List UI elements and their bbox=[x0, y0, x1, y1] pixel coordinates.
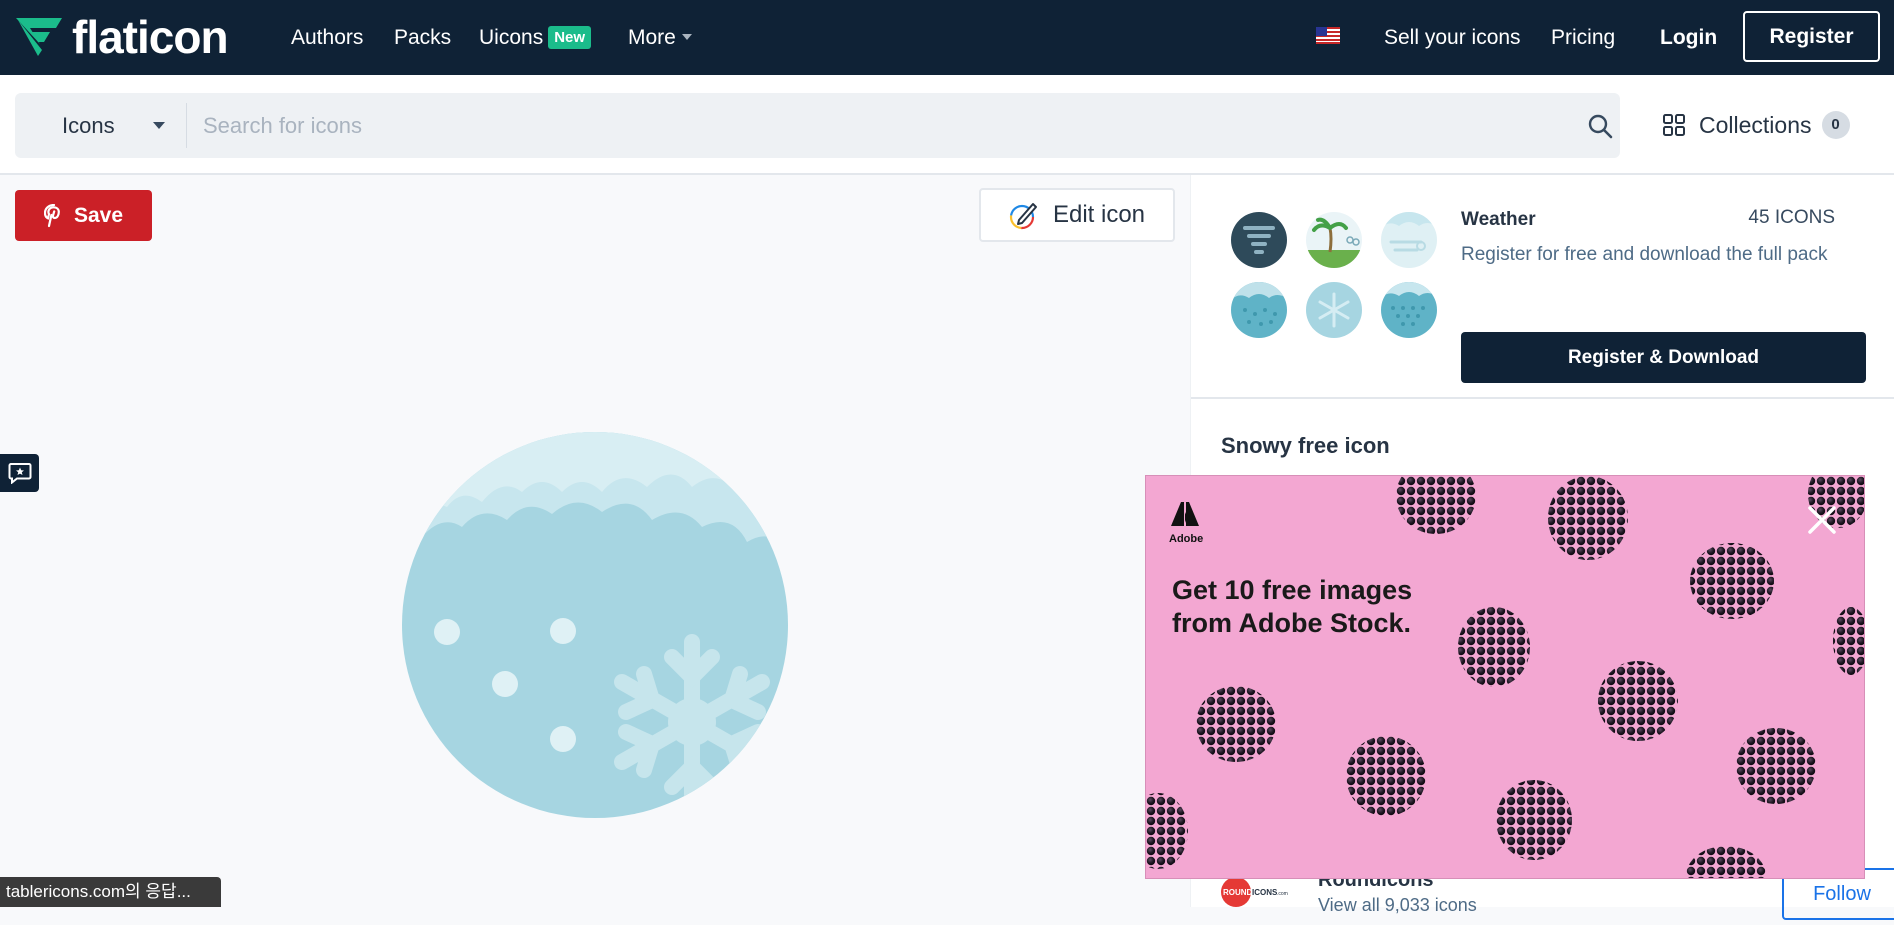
adobe-icon bbox=[1171, 502, 1199, 526]
caret-down-icon bbox=[681, 34, 692, 40]
category-select-label: Icons bbox=[62, 112, 115, 138]
adobe-stock-ad[interactable]: Adobe Get 10 free images from Adobe Stoc… bbox=[1145, 475, 1865, 879]
nav-pricing[interactable]: Pricing bbox=[1551, 26, 1615, 50]
search-divider bbox=[186, 103, 187, 148]
register-button[interactable]: Register bbox=[1743, 11, 1880, 62]
nav-sell-icons[interactable]: Sell your icons bbox=[1384, 26, 1521, 50]
caret-down-icon bbox=[152, 122, 165, 129]
icon-title: Snowy free icon bbox=[1221, 433, 1390, 458]
search-box: Icons bbox=[15, 93, 1620, 158]
nav-uicons-label: Uicons bbox=[479, 26, 544, 49]
adobe-logo: Adobe bbox=[1169, 502, 1203, 545]
nav-uicons[interactable]: Uicons New bbox=[479, 26, 592, 50]
login-link[interactable]: Login bbox=[1660, 26, 1717, 50]
author-logo-text-2: ICONS bbox=[1252, 888, 1278, 897]
save-button-label: Save bbox=[73, 203, 124, 227]
pencil-icon bbox=[1009, 203, 1037, 230]
category-select[interactable]: Icons bbox=[62, 93, 165, 158]
author-logo-text-3: .com bbox=[1277, 891, 1288, 897]
collections-button[interactable]: Collections 0 bbox=[1663, 111, 1850, 139]
snowy-weather-icon bbox=[402, 432, 788, 818]
close-icon[interactable] bbox=[1806, 504, 1838, 536]
pack-name[interactable]: Weather bbox=[1461, 209, 1536, 231]
pack-icon-count: 45 ICONS bbox=[1748, 207, 1835, 228]
pack-preview: Weather 45 ICONS Register for free and d… bbox=[1191, 175, 1894, 399]
grid-icon bbox=[1663, 114, 1685, 136]
search-input[interactable] bbox=[203, 105, 1563, 146]
pack-thumb-snowflake-icon[interactable] bbox=[1306, 282, 1362, 338]
feedback-button[interactable] bbox=[0, 454, 39, 492]
nav-more[interactable]: More bbox=[628, 26, 692, 50]
roundicons-logo[interactable]: ROUND ICONS .com bbox=[1221, 877, 1293, 907]
collections-label: Collections bbox=[1699, 111, 1812, 138]
logo-text: flaticon bbox=[72, 11, 229, 63]
ad-headline: Get 10 free images from Adobe Stock. bbox=[1172, 575, 1413, 638]
nav-packs[interactable]: Packs bbox=[394, 26, 451, 50]
pack-thumb-windy-icon[interactable] bbox=[1381, 212, 1437, 268]
adobe-wordmark: Adobe bbox=[1169, 533, 1204, 545]
pinterest-save-button[interactable]: Save bbox=[15, 190, 152, 241]
edit-icon-label: Edit icon bbox=[1052, 201, 1146, 228]
register-download-button[interactable]: Register & Download bbox=[1461, 332, 1866, 383]
pack-thumb-tornado-icon[interactable] bbox=[1231, 212, 1287, 268]
edit-icon-button[interactable]: Edit icon bbox=[979, 188, 1175, 242]
blackberries-background bbox=[1146, 476, 1864, 878]
search-icon[interactable] bbox=[1587, 113, 1613, 139]
flaticon-logo[interactable]: flaticon bbox=[14, 11, 229, 63]
pinterest-icon bbox=[43, 203, 60, 227]
author-logo-text-1: ROUND bbox=[1223, 888, 1253, 897]
pack-thumb-palm-wind-icon[interactable] bbox=[1306, 212, 1362, 268]
top-navbar: flaticon Authors Packs Uicons New More Se… bbox=[0, 0, 1894, 75]
author-view-all-link[interactable]: View all 9,033 icons bbox=[1318, 895, 1477, 916]
nav-authors[interactable]: Authors bbox=[291, 26, 363, 50]
pack-thumb-drizzle-icon[interactable] bbox=[1381, 282, 1437, 338]
search-row: Icons Collections 0 bbox=[0, 75, 1894, 175]
flaticon-logo-icon bbox=[16, 18, 62, 56]
us-flag-icon[interactable] bbox=[1316, 27, 1340, 44]
collections-count-badge: 0 bbox=[1821, 111, 1850, 139]
pack-thumb-rain-icon[interactable] bbox=[1231, 282, 1287, 338]
browser-status-tooltip: tablericons.com의 응답... bbox=[0, 877, 221, 907]
nav-more-label: More bbox=[628, 26, 676, 49]
pack-description: Register for free and download the full … bbox=[1461, 244, 1828, 265]
feedback-icon bbox=[8, 463, 31, 484]
new-badge: New bbox=[548, 26, 592, 49]
